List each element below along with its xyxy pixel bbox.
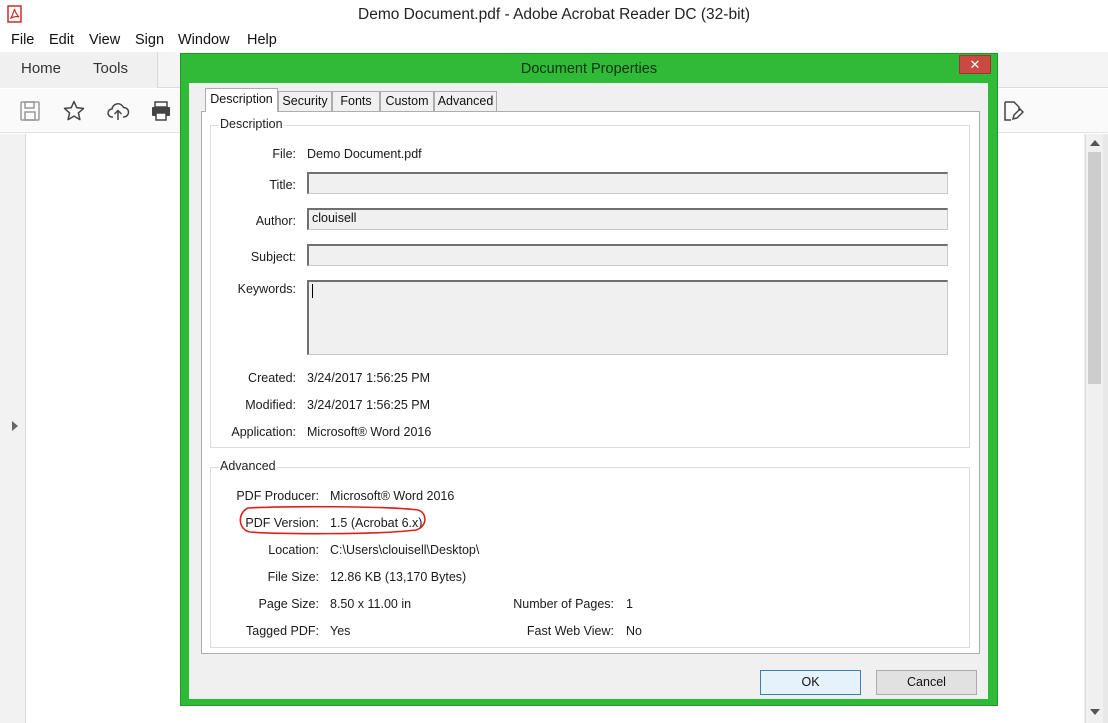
description-group: Description File: Demo Document.pdf Titl…	[210, 117, 970, 448]
subject-field[interactable]	[307, 244, 948, 266]
application-label: Application:	[231, 425, 296, 439]
tab-security[interactable]: Security	[278, 91, 332, 111]
pdf-producer-label: PDF Producer:	[236, 489, 319, 503]
app-titlebar: Demo Document.pdf - Adobe Acrobat Reader…	[0, 0, 1108, 31]
location-value: C:\Users\clouisell\Desktop\	[330, 543, 480, 557]
window-title: Demo Document.pdf - Adobe Acrobat Reader…	[358, 6, 750, 23]
vertical-scrollbar[interactable]	[1085, 134, 1103, 723]
print-icon[interactable]	[149, 99, 173, 123]
file-value: Demo Document.pdf	[307, 147, 422, 161]
page-size-value: 8.50 x 11.00 in	[330, 597, 412, 611]
tab-home[interactable]: Home	[21, 60, 61, 77]
dialog-client: Description Security Fonts Custom Advanc…	[189, 83, 988, 699]
advanced-group-label: Advanced	[219, 459, 277, 473]
file-size-value: 12.86 KB (13,170 Bytes)	[330, 570, 467, 584]
scroll-thumb[interactable]	[1088, 152, 1101, 384]
title-field[interactable]	[307, 172, 948, 194]
scroll-up-icon[interactable]	[1090, 140, 1100, 146]
file-label: File:	[272, 147, 296, 161]
menu-file[interactable]: File	[11, 32, 34, 48]
tagged-pdf-value: Yes	[330, 624, 351, 638]
menu-edit[interactable]: Edit	[49, 32, 74, 48]
pdf-producer-value: Microsoft® Word 2016	[330, 489, 455, 503]
scroll-down-icon[interactable]	[1090, 709, 1100, 715]
file-size-label: File Size:	[267, 570, 319, 584]
number-of-pages-label: Number of Pages:	[513, 597, 614, 611]
author-field[interactable]: clouisell	[307, 208, 948, 230]
application-value: Microsoft® Word 2016	[307, 425, 432, 439]
star-icon[interactable]	[62, 99, 86, 123]
modified-value: 3/24/2017 1:56:25 PM	[307, 398, 431, 412]
left-panel-toggle[interactable]	[0, 134, 26, 723]
description-group-label: Description	[219, 117, 284, 131]
tab-custom[interactable]: Custom	[380, 91, 434, 111]
keywords-field[interactable]	[307, 280, 948, 355]
close-button[interactable]: ✕	[959, 55, 991, 74]
tagged-pdf-label: Tagged PDF:	[246, 624, 319, 638]
description-panel: Description File: Demo Document.pdf Titl…	[201, 111, 980, 654]
modified-label: Modified:	[245, 398, 296, 412]
tab-fonts[interactable]: Fonts	[332, 91, 380, 111]
menu-bar: File Edit View Sign Window Help	[0, 31, 1108, 51]
save-icon[interactable]	[18, 99, 42, 123]
tab-description[interactable]: Description	[205, 88, 278, 112]
expand-arrow-icon[interactable]	[12, 421, 18, 431]
menu-help[interactable]: Help	[247, 32, 277, 48]
dialog-title: Document Properties	[520, 61, 658, 77]
menu-window[interactable]: Window	[178, 32, 230, 48]
tab-tools[interactable]: Tools	[93, 60, 128, 77]
title-label: Title:	[269, 178, 296, 192]
edit-document-icon[interactable]	[1000, 99, 1024, 123]
created-value: 3/24/2017 1:56:25 PM	[307, 371, 431, 385]
fast-web-view-label: Fast Web View:	[526, 624, 614, 638]
fast-web-view-value: No	[626, 624, 642, 638]
author-label: Author:	[255, 214, 296, 228]
ok-button[interactable]: OK	[760, 670, 861, 695]
keywords-label: Keywords:	[237, 282, 296, 296]
created-label: Created:	[248, 371, 296, 385]
page-size-label: Page Size:	[258, 597, 319, 611]
upload-cloud-icon[interactable]	[106, 99, 130, 123]
menu-sign[interactable]: Sign	[135, 32, 164, 48]
cancel-button[interactable]: Cancel	[876, 670, 977, 695]
subject-label: Subject:	[250, 250, 296, 264]
red-annotation-ellipse	[239, 505, 426, 535]
document-properties-dialog: Document Properties ✕ Description Securi…	[180, 53, 998, 706]
menu-view[interactable]: View	[89, 32, 120, 48]
tab-advanced[interactable]: Advanced	[434, 91, 497, 111]
number-of-pages-value: 1	[626, 597, 633, 611]
text-caret	[312, 284, 313, 298]
advanced-group: Advanced PDF Producer: Microsoft® Word 2…	[210, 459, 970, 648]
location-label: Location:	[268, 543, 319, 557]
